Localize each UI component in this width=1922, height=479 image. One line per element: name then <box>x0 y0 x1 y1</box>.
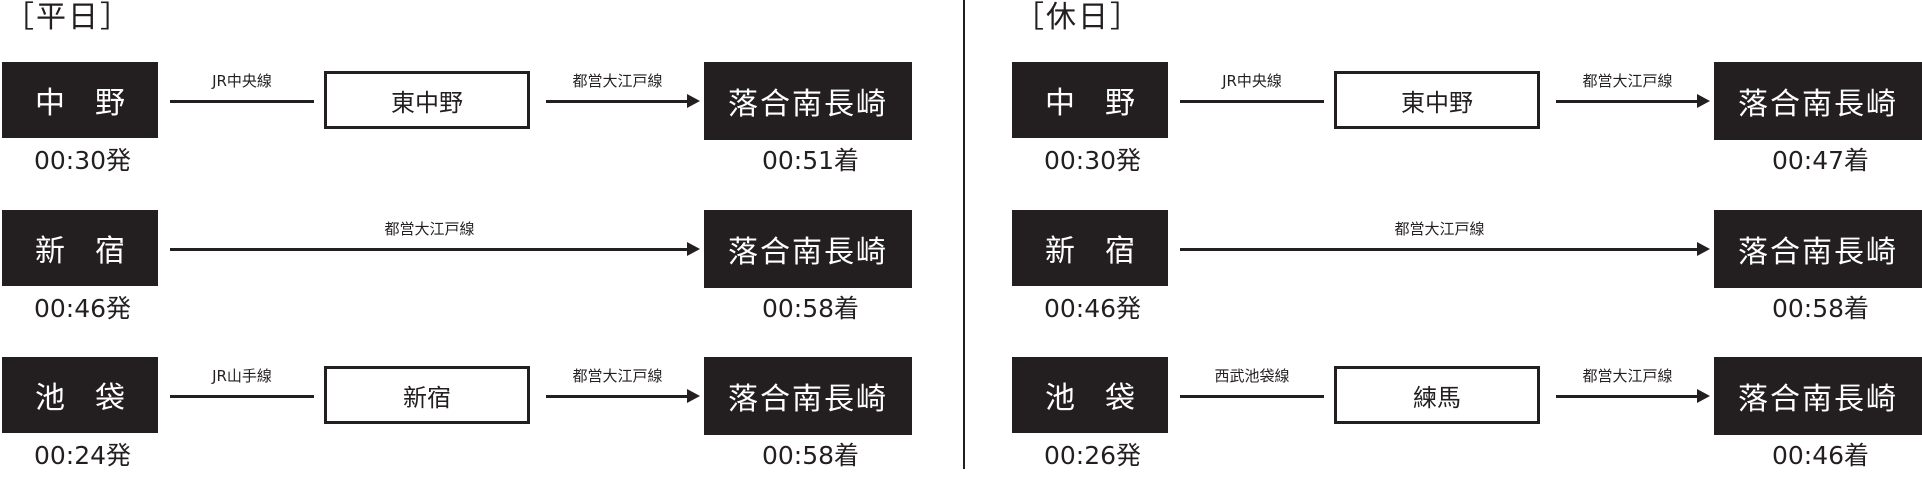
route-line <box>1180 395 1324 398</box>
holiday-panel: ［休日］ 中 野 JR中央線 東中野 都営大江戸線 落合南長崎 00:30発 0… <box>1010 0 1922 479</box>
origin-label: 中 野 <box>35 86 125 121</box>
arrival-time: 00:58着 <box>762 441 860 470</box>
origin-station: 池 袋 <box>2 357 158 433</box>
destination-station: 落合南長崎 <box>704 210 912 288</box>
origin-label: 中 野 <box>1045 86 1135 121</box>
departure-time: 00:30発 <box>1044 146 1142 175</box>
arrow-right-icon <box>687 242 700 256</box>
route-line <box>546 100 689 103</box>
origin-label: 池 袋 <box>35 381 125 416</box>
destination-station: 落合南長崎 <box>1714 62 1922 140</box>
weekday-panel: ［平日］ 中 野 JR中央線 東中野 都営大江戸線 落合南長崎 00:30発 0… <box>0 0 961 479</box>
route-line <box>1180 248 1699 251</box>
origin-label: 池 袋 <box>1045 381 1135 416</box>
departure-time: 00:30発 <box>34 146 132 175</box>
route-line <box>170 248 689 251</box>
route-row: 新 宿 都営大江戸線 落合南長崎 00:46発 00:58着 <box>1010 210 1922 330</box>
route-line <box>1556 100 1699 103</box>
line-label: 都営大江戸線 <box>1582 72 1673 90</box>
route-row: 池 袋 JR山手線 新宿 都営大江戸線 落合南長崎 00:24発 00:58着 <box>0 357 961 477</box>
arrow-right-icon <box>687 389 700 403</box>
line-label: 都営大江戸線 <box>1582 367 1673 385</box>
line-label: 都営大江戸線 <box>572 72 663 90</box>
destination-station: 落合南長崎 <box>1714 210 1922 288</box>
route-line <box>1180 100 1324 103</box>
weekday-heading: ［平日］ <box>4 0 132 35</box>
arrow-right-icon <box>1697 389 1710 403</box>
origin-label: 新 宿 <box>1045 234 1135 269</box>
arrival-time: 00:58着 <box>762 294 860 323</box>
route-row: 池 袋 西武池袋線 練馬 都営大江戸線 落合南長崎 00:26発 00:46着 <box>1010 357 1922 477</box>
arrival-time: 00:58着 <box>1772 294 1870 323</box>
arrival-time: 00:47着 <box>1772 146 1870 175</box>
route-line <box>170 395 314 398</box>
route-row: 新 宿 都営大江戸線 落合南長崎 00:46発 00:58着 <box>0 210 961 330</box>
destination-station: 落合南長崎 <box>1714 357 1922 435</box>
arrival-time: 00:51着 <box>762 146 860 175</box>
route-row: 中 野 JR中央線 東中野 都営大江戸線 落合南長崎 00:30発 00:51着 <box>0 62 961 182</box>
destination-station: 落合南長崎 <box>704 62 912 140</box>
transfer-station: 新宿 <box>324 366 530 424</box>
line-label: 西武池袋線 <box>1214 367 1290 385</box>
arrow-right-icon <box>1697 242 1710 256</box>
departure-time: 00:26発 <box>1044 441 1142 470</box>
origin-label: 新 宿 <box>35 234 125 269</box>
arrow-right-icon <box>687 94 700 108</box>
route-line <box>170 100 314 103</box>
transfer-station: 東中野 <box>1334 71 1540 129</box>
departure-time: 00:24発 <box>34 441 132 470</box>
departure-time: 00:46発 <box>34 294 132 323</box>
origin-station: 新 宿 <box>2 210 158 286</box>
arrival-time: 00:46着 <box>1772 441 1870 470</box>
line-label: JR中央線 <box>1222 72 1282 90</box>
line-label: 都営大江戸線 <box>572 367 663 385</box>
origin-station: 池 袋 <box>1012 357 1168 433</box>
departure-time: 00:46発 <box>1044 294 1142 323</box>
route-line <box>546 395 689 398</box>
line-label: 都営大江戸線 <box>1394 220 1485 238</box>
origin-station: 中 野 <box>1012 62 1168 138</box>
panel-divider <box>963 0 965 469</box>
line-label: JR中央線 <box>212 72 272 90</box>
line-label: 都営大江戸線 <box>384 220 475 238</box>
origin-station: 中 野 <box>2 62 158 138</box>
route-line <box>1556 395 1699 398</box>
holiday-heading: ［休日］ <box>1014 0 1142 35</box>
destination-station: 落合南長崎 <box>704 357 912 435</box>
transfer-station: 東中野 <box>324 71 530 129</box>
transfer-station: 練馬 <box>1334 366 1540 424</box>
line-label: JR山手線 <box>212 367 272 385</box>
arrow-right-icon <box>1697 94 1710 108</box>
route-row: 中 野 JR中央線 東中野 都営大江戸線 落合南長崎 00:30発 00:47着 <box>1010 62 1922 182</box>
origin-station: 新 宿 <box>1012 210 1168 286</box>
